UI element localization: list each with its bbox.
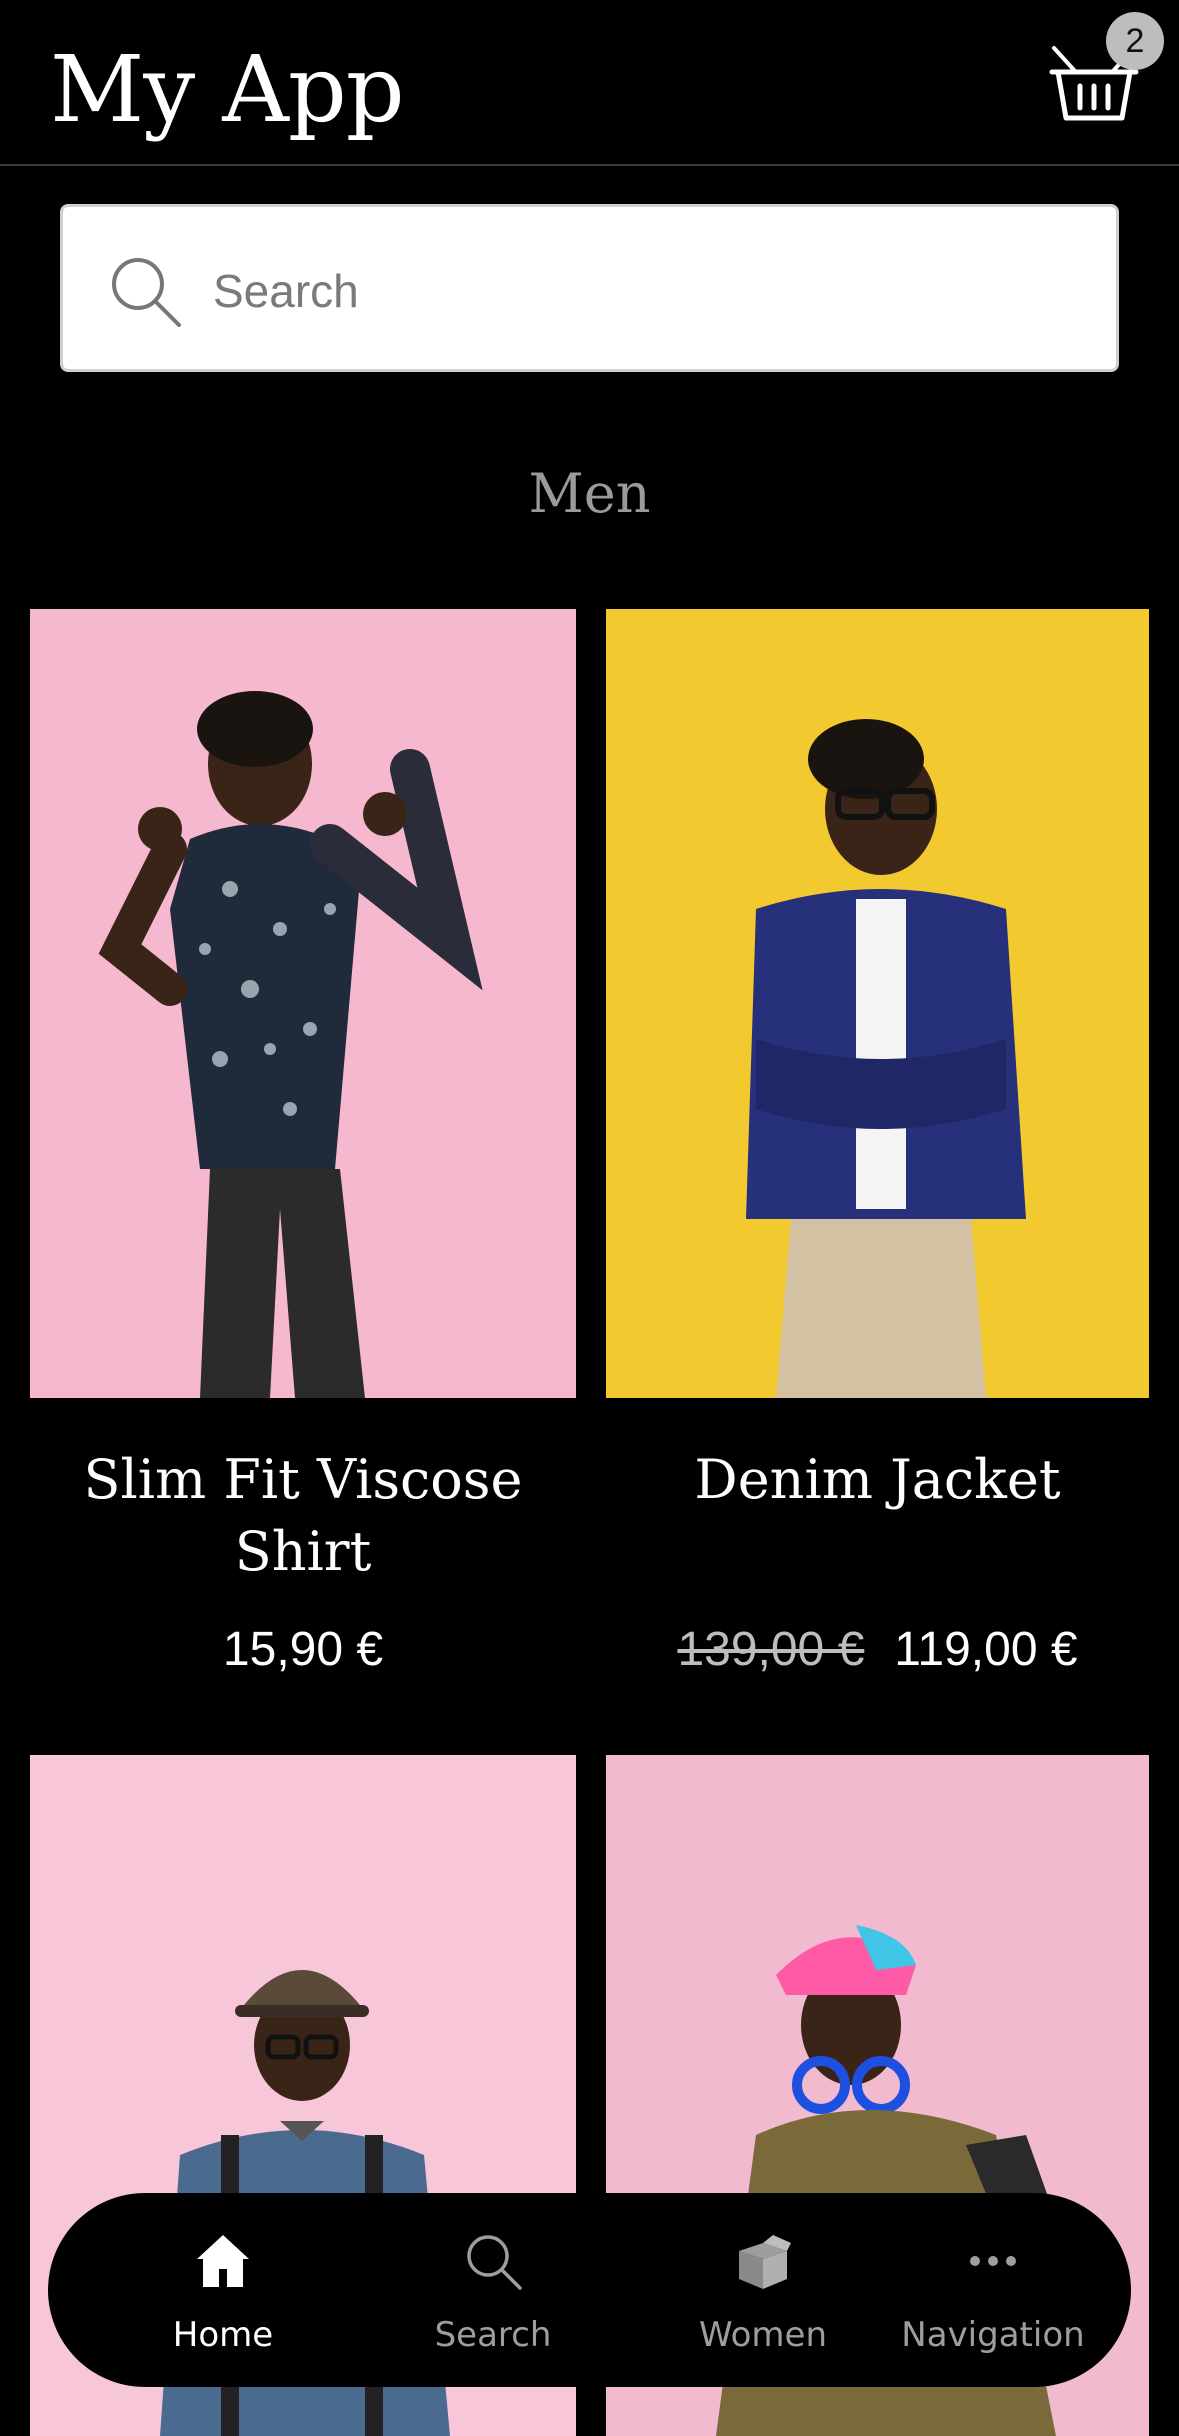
search-icon	[112, 258, 181, 327]
app-header: My App 2	[0, 0, 1179, 166]
section-title: Men	[528, 462, 651, 525]
product-photo-shirt-model	[98, 691, 483, 1398]
more-dots-icon	[970, 2256, 1016, 2266]
product-price-current: 119,00 €	[894, 1623, 1078, 1676]
product-price-current: 15,90 €	[222, 1623, 384, 1676]
nav-label-search: Search	[434, 2315, 552, 2355]
product-price: 15,90 €	[30, 1618, 576, 1682]
nav-item-women[interactable]: Women	[638, 2193, 888, 2387]
product-photo-denim-jacket-model	[746, 719, 1026, 1398]
search-input[interactable]	[213, 243, 1073, 339]
product-name[interactable]: Slim Fit Viscose Shirt	[70, 1444, 536, 1588]
nav-item-navigation[interactable]: Navigation	[868, 2193, 1118, 2387]
bottom-navigation: Home Search Women Navigation	[48, 2193, 1131, 2387]
cart-count-badge[interactable]: 2	[1106, 12, 1164, 70]
nav-item-search[interactable]: Search	[368, 2193, 618, 2387]
search-icon	[467, 2235, 522, 2290]
nav-label-women: Women	[698, 2315, 827, 2355]
home-icon	[197, 2235, 249, 2287]
nav-label-home: Home	[172, 2315, 274, 2355]
box-icon	[739, 2235, 791, 2289]
app-title: My App	[50, 36, 405, 143]
product-image[interactable]	[30, 609, 576, 1398]
search-field[interactable]	[60, 204, 1119, 372]
product-name[interactable]: Denim Jacket	[606, 1444, 1149, 1516]
product-image[interactable]	[606, 609, 1149, 1398]
nav-label-navigation: Navigation	[901, 2315, 1085, 2355]
nav-item-home[interactable]: Home	[98, 2193, 348, 2387]
product-price-original: 139,00 €	[677, 1623, 865, 1676]
product-price: 139,00 € 119,00 €	[606, 1618, 1149, 1682]
